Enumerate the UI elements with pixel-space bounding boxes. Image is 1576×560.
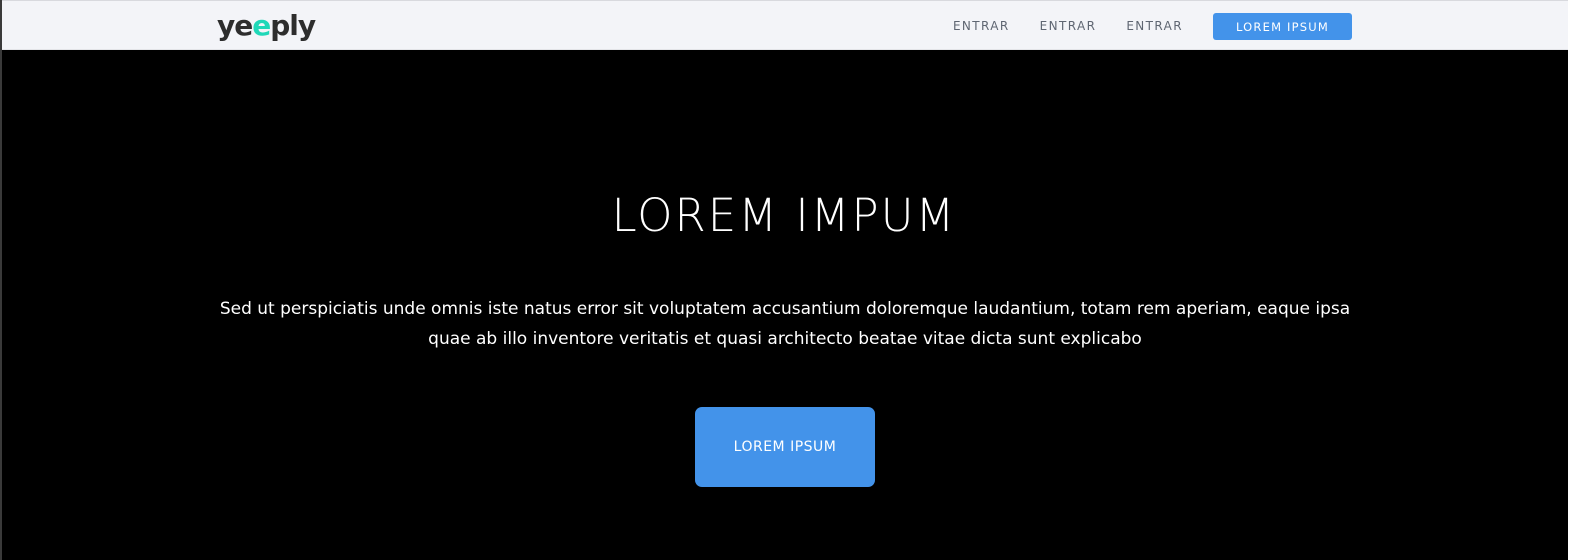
hero-text: Sed ut perspiciatis unde omnis iste natu… [219,299,1351,349]
logo-suffix: ply [270,9,316,42]
logo[interactable]: yeeply [217,9,316,43]
hero-cta-button[interactable]: LOREM IPSUM [695,407,875,487]
window-edge-right [1568,0,1576,560]
nav-cta-button[interactable]: LOREM IPSUM [1213,13,1352,40]
page: yeeply ENTRAR ENTRAR ENTRAR LOREM IPSUM … [0,0,1576,560]
navbar: yeeply ENTRAR ENTRAR ENTRAR LOREM IPSUM [2,0,1568,50]
nav-links: ENTRAR ENTRAR ENTRAR LOREM IPSUM [923,13,1352,40]
logo-accent: e [252,9,271,42]
nav-link-entrar-3[interactable]: ENTRAR [1126,13,1183,40]
window-edge [0,0,2,560]
hero-title: LOREM IMPUM [611,189,957,242]
nav-link-entrar-2[interactable]: ENTRAR [1040,13,1097,40]
nav-link-entrar-1[interactable]: ENTRAR [953,13,1010,40]
logo-prefix: ye [217,9,253,42]
